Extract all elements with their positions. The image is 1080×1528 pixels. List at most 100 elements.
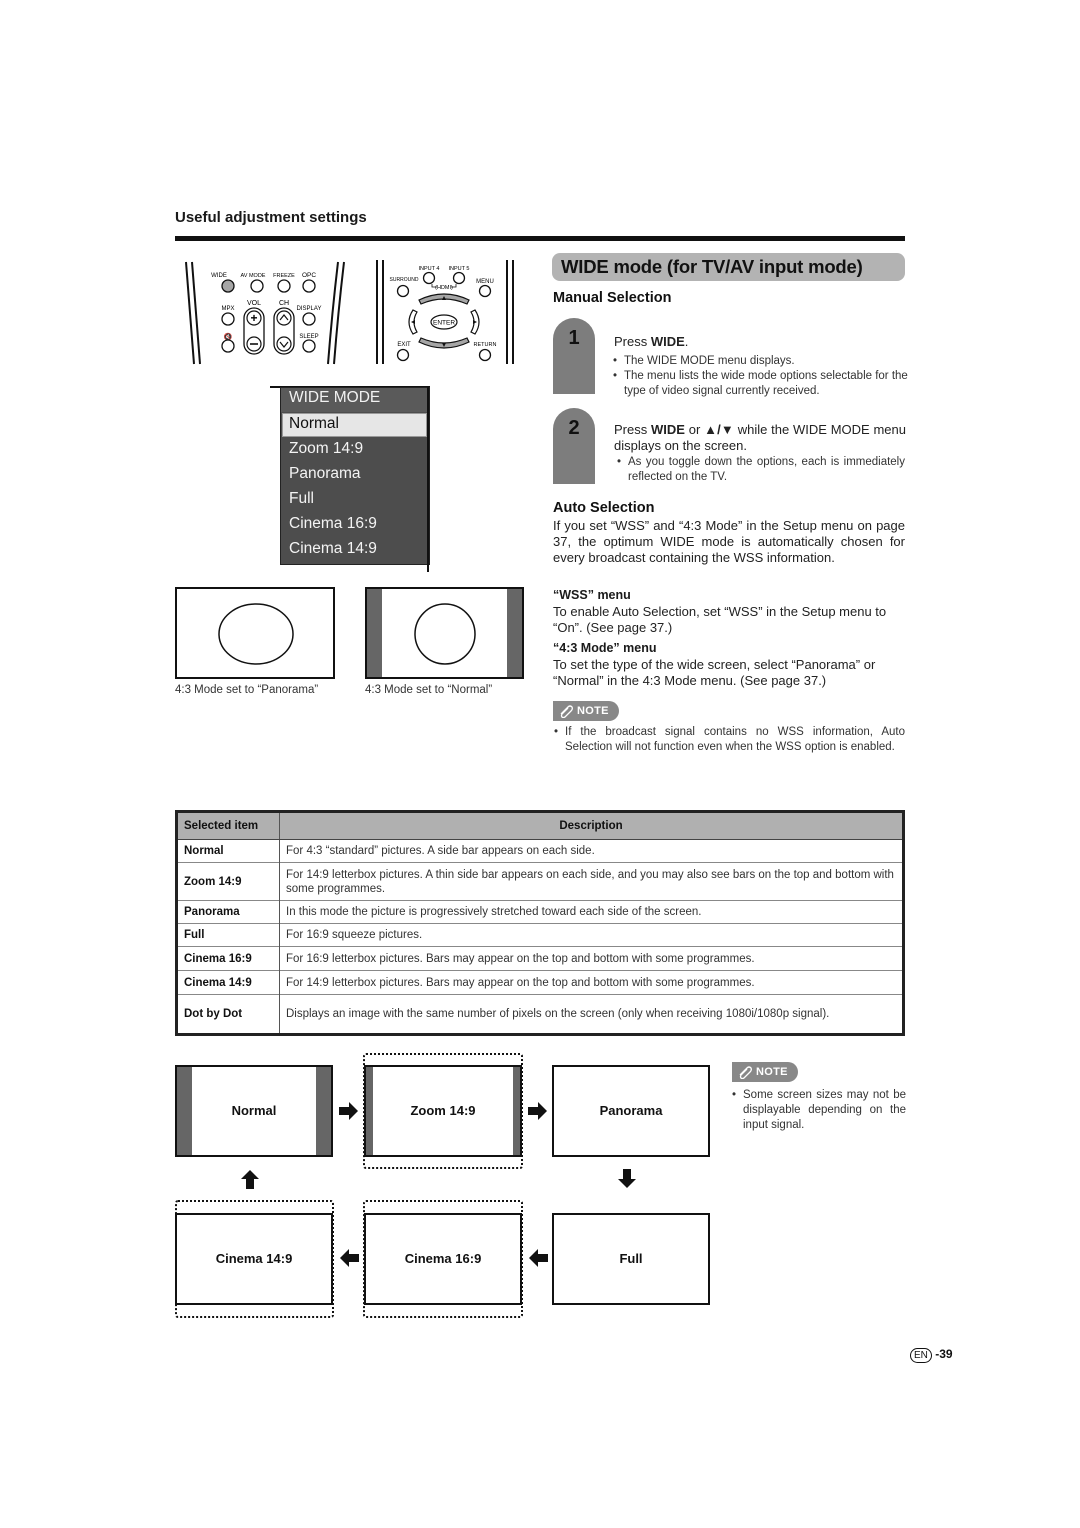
- opc-button[interactable]: [302, 279, 316, 293]
- paperclip-icon: [560, 705, 573, 718]
- manual-selection-title: Manual Selection: [553, 290, 672, 306]
- sleep-button[interactable]: [302, 339, 316, 353]
- cell-item: Panorama: [178, 900, 280, 924]
- osd-item-zoom-14-9[interactable]: Zoom 14:9: [289, 440, 363, 458]
- step-2-bullet: As you toggle down the options, each is …: [617, 455, 905, 485]
- flow-box-full: Full: [552, 1213, 710, 1305]
- page-number: EN -39: [910, 1347, 953, 1363]
- wide-key-label: WIDE: [650, 334, 685, 349]
- label-exit: EXIT: [397, 342, 411, 348]
- osd-item-full[interactable]: Full: [289, 490, 314, 508]
- section-title: Useful adjustment settings: [175, 209, 367, 226]
- label-ch: CH: [279, 300, 289, 307]
- label-enter: ENTER: [433, 320, 455, 327]
- osd-item-normal[interactable]: Normal: [289, 415, 339, 433]
- arrow-down-icon: [618, 1169, 636, 1188]
- cell-item: Normal: [178, 839, 280, 863]
- label-wide: WIDE: [211, 273, 227, 279]
- example-screen-normal: [365, 587, 524, 679]
- label-av-mode: AV MODE: [241, 273, 266, 279]
- av-mode-button[interactable]: [250, 279, 264, 293]
- table-header-row: Selected item Description: [178, 813, 902, 840]
- paperclip-icon: [739, 1066, 752, 1079]
- label-opc: OPC: [302, 272, 316, 279]
- cell-description: In this mode the picture is progressivel…: [279, 900, 902, 924]
- step-number-1: 1: [568, 327, 580, 349]
- arrow-left-icon: [340, 1249, 359, 1267]
- osd-item-panorama[interactable]: Panorama: [289, 465, 361, 483]
- cell-description: For 14:9 letterbox pictures. A thin side…: [279, 862, 902, 901]
- label-display: DISPLAY: [297, 306, 322, 312]
- page-heading: WIDE mode (for TV/AV input mode): [561, 256, 863, 277]
- wide-button[interactable]: [221, 279, 235, 293]
- label-mpx: MPX: [221, 306, 234, 312]
- flow-label: Cinema 14:9: [215, 1251, 293, 1266]
- label-hdmi: (HDMI): [435, 285, 453, 291]
- step-1-bullet: The menu lists the wide mode options sel…: [613, 369, 909, 399]
- surround-button[interactable]: [396, 284, 410, 298]
- table-row: Zoom 14:9 For 14:9 letterbox pictures. A…: [178, 862, 902, 901]
- circle-shape: [414, 603, 476, 665]
- step-1-text: Press: [614, 334, 651, 349]
- step-1-instruction: Press WIDE.: [614, 334, 688, 350]
- table-row: Dot by Dot Displays an image with the sa…: [178, 994, 902, 1033]
- example-screen-panorama: [175, 587, 335, 679]
- column-header-description: Description: [279, 813, 902, 840]
- note-label: NOTE: [577, 705, 609, 717]
- osd-item-cinema-16-9[interactable]: Cinema 16:9: [289, 515, 377, 533]
- label-surround: SURROUND: [390, 277, 419, 283]
- step-2-text: Press: [614, 422, 652, 437]
- note-bullet: If the broadcast signal contains no WSS …: [554, 725, 905, 755]
- section-divider: [175, 236, 905, 241]
- osd-item-cinema-14-9[interactable]: Cinema 14:9: [289, 540, 377, 558]
- input5-button[interactable]: [452, 271, 466, 285]
- step-1-text-end: .: [684, 334, 689, 349]
- note-label: NOTE: [756, 1066, 788, 1078]
- flow-label: Full: [619, 1251, 643, 1266]
- mpx-button[interactable]: [221, 312, 235, 326]
- plus-icon: +: [250, 311, 257, 325]
- arrow-right-icon: [339, 1102, 358, 1120]
- flow-box-zoom-14-9: Zoom 14:9: [364, 1065, 522, 1157]
- cell-description: Displays an image with the same number o…: [279, 994, 902, 1033]
- mode43-menu-text: To set the type of the wide screen, sele…: [553, 657, 876, 689]
- ellipse-shape: [218, 603, 294, 665]
- cell-item: Dot by Dot: [178, 994, 280, 1033]
- label-input5: INPUT 5: [449, 266, 470, 272]
- flow-box-full-wrap: Full: [552, 1213, 710, 1305]
- table-row: Normal For 4:3 “standard” pictures. A si…: [178, 839, 902, 863]
- note-badge: NOTE: [732, 1062, 798, 1082]
- flow-box-cinema-14-9: Cinema 14:9: [175, 1213, 333, 1305]
- caption-normal: 4:3 Mode set to “Normal”: [365, 684, 493, 696]
- step-2-text-mid: or: [684, 422, 705, 437]
- freeze-button[interactable]: [277, 279, 291, 293]
- wss-menu-text: To enable Auto Selection, set “WSS” in t…: [553, 604, 887, 636]
- flow-box-normal: Normal: [175, 1065, 333, 1157]
- step-2-instruction: Press WIDE or ▲/▼ while the WIDE MODE me…: [614, 422, 906, 454]
- remote-illustration-right: INPUT 4 INPUT 5 (HDMI) SURROUND MENU ENT…: [373, 258, 518, 366]
- input4-button[interactable]: [422, 271, 436, 285]
- remote-illustration-left: WIDE AV MODE FREEZE OPC MPX VOL CH DISPL…: [180, 258, 350, 366]
- column-header-selected-item: Selected item: [178, 813, 280, 840]
- auto-selection-text: If you set “WSS” and “4:3 Mode” in the S…: [553, 518, 905, 566]
- return-button[interactable]: [478, 348, 492, 362]
- mode43-menu-title: “4:3 Mode” menu: [553, 641, 657, 655]
- exit-button[interactable]: [396, 348, 410, 362]
- table-row: Panorama In this mode the picture is pro…: [178, 900, 902, 924]
- note-bullet: Some screen sizes may not be displayable…: [732, 1088, 906, 1133]
- menu-button[interactable]: [478, 284, 492, 298]
- auto-selection-title: Auto Selection: [553, 500, 655, 516]
- display-button[interactable]: [302, 312, 316, 326]
- mute-button[interactable]: [221, 339, 235, 353]
- step-number-2: 2: [568, 417, 580, 439]
- page-number-text: -39: [935, 1347, 953, 1361]
- cell-item: Cinema 16:9: [178, 946, 280, 971]
- flow-label: Normal: [231, 1103, 277, 1118]
- up-down-keys-label: ▲/▼: [704, 422, 734, 437]
- label-vol: VOL: [247, 300, 261, 307]
- label-menu: MENU: [476, 279, 494, 285]
- label-freeze: FREEZE: [273, 273, 295, 279]
- language-badge: EN: [910, 1348, 932, 1363]
- osd-frame-edge: [427, 386, 429, 572]
- table-row: Cinema 14:9 For 14:9 letterbox pictures.…: [178, 970, 902, 995]
